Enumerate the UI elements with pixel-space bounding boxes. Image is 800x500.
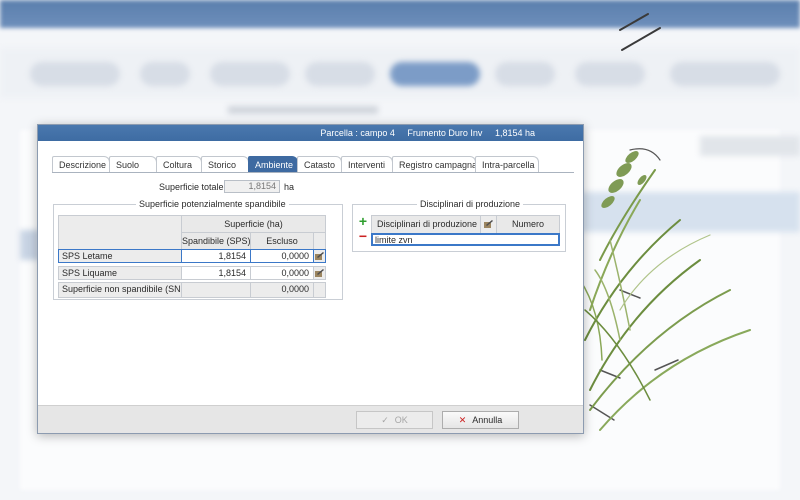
- row-label-sps-letame[interactable]: SPS Letame: [58, 249, 182, 263]
- row-label-sns: Superficie non spandibile (SNS): [58, 282, 182, 298]
- cancel-button[interactable]: ✕ Annulla: [442, 411, 519, 429]
- column-header-disciplinari: Disciplinari di produzione: [371, 215, 481, 234]
- title-parcel: Parcella : campo 4: [320, 128, 395, 138]
- tab-bar: Descrizione Suolo Coltura Storico Ambien…: [52, 156, 572, 173]
- background-nav-item: [140, 62, 190, 86]
- minus-icon[interactable]: −: [357, 229, 369, 243]
- dialog-footer: ✓ OK ✕ Annulla: [38, 405, 583, 433]
- background-nav-item: [210, 62, 290, 86]
- parcel-dialog: Parcella : campo 4 Frumento Duro Inv 1,8…: [37, 124, 584, 434]
- close-icon: ✕: [458, 415, 467, 425]
- column-header-excluded: Escluso: [250, 232, 314, 250]
- cell-sns-sps: [181, 282, 251, 298]
- title-area: 1,8154 ha: [494, 128, 535, 138]
- check-icon: ✓: [381, 415, 389, 425]
- tab-underline: [52, 172, 574, 173]
- spreadable-surface-group: Superficie potenzialmente spandibile Sup…: [53, 199, 343, 300]
- cancel-button-label: Annulla: [472, 415, 503, 425]
- cell-sns-edit: [313, 282, 326, 298]
- total-surface-unit: ha: [284, 182, 295, 192]
- spreadable-surface-title: Superficie potenzialmente spandibile: [136, 199, 289, 210]
- total-surface-field: 1,8154: [224, 180, 280, 193]
- tab-coltura[interactable]: Coltura: [156, 156, 202, 173]
- disciplinari-title: Disciplinari di produzione: [417, 199, 524, 210]
- ok-button-label: OK: [394, 415, 408, 425]
- column-header-lookup[interactable]: [480, 215, 497, 234]
- title-crop: Frumento Duro Inv: [407, 128, 483, 138]
- plus-icon[interactable]: +: [357, 214, 369, 228]
- edit-icon[interactable]: [315, 252, 324, 260]
- cell-sps-letame-excluded[interactable]: 0,0000: [250, 249, 314, 263]
- cell-sns-excluded: 0,0000: [250, 282, 314, 298]
- column-header-numero: Numero: [496, 215, 560, 234]
- disciplinare-row-input[interactable]: limite zvn: [371, 233, 560, 246]
- grass-illustration: [579, 13, 751, 431]
- cell-sps-liquame-excluded[interactable]: 0,0000: [250, 266, 314, 280]
- cell-sps-liquame-sps[interactable]: 1,8154: [181, 266, 251, 280]
- background-app-bar: [228, 106, 378, 114]
- tab-intra-parcella[interactable]: Intra-parcella: [475, 156, 539, 173]
- edit-icon[interactable]: [315, 269, 324, 277]
- background-nav-item: [495, 62, 555, 86]
- dialog-title-bar: Parcella : campo 4 Frumento Duro Inv 1,8…: [38, 125, 583, 141]
- row-label-sps-liquame[interactable]: SPS Liquame: [58, 266, 182, 280]
- lookup-icon[interactable]: [484, 220, 493, 228]
- table-corner: [58, 215, 182, 250]
- cell-sps-letame-edit[interactable]: [313, 249, 326, 263]
- background-nav-item-active: [390, 62, 480, 86]
- tab-catasto[interactable]: Catasto: [297, 156, 342, 173]
- cell-sps-letame-sps[interactable]: 1,8154: [181, 249, 251, 263]
- column-group-surface: Superficie (ha): [181, 215, 326, 233]
- tab-ambiente[interactable]: Ambiente: [248, 156, 298, 173]
- cell-sps-liquame-edit[interactable]: [313, 266, 326, 280]
- ok-button[interactable]: ✓ OK: [356, 411, 433, 429]
- tab-suolo[interactable]: Suolo: [109, 156, 157, 173]
- background-nav-item: [30, 62, 120, 86]
- disciplinari-group: Disciplinari di produzione + − Disciplin…: [352, 199, 566, 252]
- tab-interventi[interactable]: Interventi: [341, 156, 393, 173]
- total-surface-label: Superficie totale: [159, 182, 224, 192]
- tab-descrizione[interactable]: Descrizione: [52, 156, 110, 173]
- column-header-edit: [313, 232, 326, 250]
- background-nav-item: [305, 62, 375, 86]
- tab-registro-campagna[interactable]: Registro campagna: [392, 156, 477, 173]
- column-header-sps: Spandibile (SPS): [181, 232, 251, 250]
- tab-storico[interactable]: Storico: [201, 156, 249, 173]
